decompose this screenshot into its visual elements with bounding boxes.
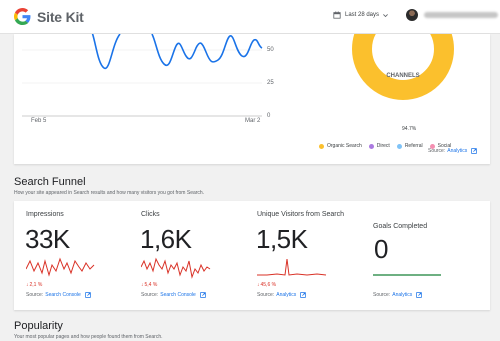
date-range-label: Last 28 days (345, 12, 380, 18)
metric-value: 1,6K (140, 224, 192, 254)
analytics-link[interactable]: Analytics (276, 292, 296, 298)
sessions-line (91, 34, 263, 69)
avatar (406, 9, 418, 21)
popularity-subtitle: Your most popular pages and how people f… (14, 334, 163, 340)
source-label: Source: (373, 292, 391, 298)
external-link-icon[interactable] (416, 292, 423, 298)
metric-value: 33K (25, 224, 70, 254)
metric-source: Source: Search Console (26, 292, 91, 298)
external-link-icon[interactable] (200, 292, 206, 298)
search-console-link[interactable]: Search Console (45, 292, 81, 298)
metric-change-value: 2,1 % (29, 282, 43, 288)
metric-change: ↓ 2,1 % (26, 282, 42, 288)
date-range-selector[interactable]: Last 28 days (333, 11, 389, 19)
metric-source: Source: Analytics (257, 292, 307, 298)
account-email-redacted (424, 12, 498, 18)
clicks-sparkline (141, 257, 211, 279)
x-tick: Mar 2 (245, 118, 261, 124)
analytics-link[interactable]: Analytics (447, 148, 467, 154)
metric-goals-completed: Goals Completed 0 Source: Analytics (373, 211, 483, 306)
search-funnel-subtitle: How your site appeared in Search results… (14, 190, 205, 196)
arrow-down-icon: ↓ (141, 282, 144, 288)
site-kit-logo[interactable]: Site Kit (14, 8, 84, 25)
external-link-icon[interactable] (300, 292, 307, 298)
metric-source: Source: Search Console (141, 292, 206, 298)
organic-search-percent: 94.7% (402, 126, 417, 132)
arrow-down-icon: ↓ (26, 282, 29, 288)
metric-change-value: 5,4 % (144, 282, 158, 288)
metric-change: ↓ 45,6 % (257, 282, 276, 288)
source-label: Source: (141, 292, 159, 298)
metric-change-value: 45,6 % (260, 282, 277, 288)
overview-card: 50 25 0 Feb 5 Mar 2 CHANNELS 94.7% Organ… (14, 34, 490, 164)
source-label: Source: (26, 292, 44, 298)
y-tick: 25 (267, 80, 274, 86)
account-menu[interactable] (406, 9, 498, 21)
analytics-link[interactable]: Analytics (392, 292, 412, 298)
chevron-down-icon (383, 13, 388, 17)
y-tick: 50 (267, 47, 274, 53)
channels-title: CHANNELS (386, 73, 420, 79)
metric-label: Goals Completed (373, 223, 428, 230)
metric-label: Unique Visitors from Search (257, 211, 345, 218)
x-tick: Feb 5 (31, 118, 47, 124)
y-tick: 0 (267, 113, 271, 119)
metric-clicks: Clicks 1,6K ↓ 5,4 % Source: Search Conso… (140, 211, 251, 306)
metric-unique-visitors: Unique Visitors from Search 1,5K ↓ 45,6 … (256, 211, 375, 306)
metric-source: Source: Analytics (373, 292, 423, 298)
metric-impressions: Impressions 33K ↓ 2,1 % Source: Search C… (25, 211, 136, 306)
channels-donut-ring (352, 34, 454, 100)
legend-dot (368, 143, 374, 149)
legend-item-referral[interactable]: Referral (396, 143, 423, 149)
arrow-down-icon: ↓ (257, 282, 260, 288)
app-title: Site Kit (37, 8, 84, 25)
top-bar: Site Kit Last 28 days (0, 0, 500, 34)
goals-sparkline (373, 274, 441, 276)
search-console-link[interactable]: Search Console (160, 292, 196, 298)
google-g-icon (14, 8, 31, 25)
legend-label: Referral (404, 143, 423, 149)
search-funnel-title: Search Funnel (14, 176, 86, 188)
metric-change: ↓ 5,4 % (141, 282, 157, 288)
search-funnel-card: Impressions 33K ↓ 2,1 % Source: Search C… (14, 201, 490, 310)
popularity-title: Popularity (14, 320, 63, 332)
legend-label: Organic Search (327, 143, 362, 149)
legend-dot (319, 143, 324, 149)
source-label: Source: (428, 148, 446, 154)
legend-label: Direct (376, 143, 390, 149)
source-analytics: Source: Analytics (428, 148, 478, 154)
metric-label: Clicks (141, 211, 160, 218)
metric-value: 1,5K (256, 224, 308, 254)
metric-label: Impressions (26, 211, 64, 218)
source-label: Source: (257, 292, 275, 298)
legend-item-organic-search[interactable]: Organic Search (319, 143, 362, 149)
legend-item-direct[interactable]: Direct (368, 143, 390, 149)
external-link-icon[interactable] (85, 292, 91, 298)
impressions-sparkline (26, 257, 95, 277)
external-link-icon[interactable] (471, 148, 478, 154)
legend-dot (396, 143, 402, 149)
unique-visitors-sparkline (257, 258, 327, 276)
calendar-icon (333, 11, 341, 19)
